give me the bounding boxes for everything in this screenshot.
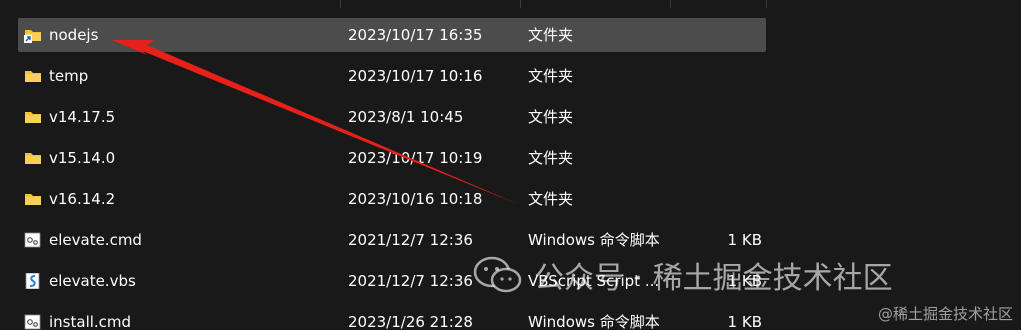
- file-date-modified: 2023/1/26 21:28: [348, 313, 473, 330]
- file-name: v15.14.0: [49, 149, 116, 167]
- file-size: 1 KB: [727, 231, 762, 249]
- file-row[interactable]: v15.14.0 2023/10/17 10:19 文件夹: [18, 141, 766, 175]
- cmd-file-icon: [24, 232, 42, 248]
- column-separator[interactable]: [520, 0, 521, 8]
- watermark-corner-text: @稀土掘金技术社区: [877, 305, 1013, 323]
- file-date-modified: 2023/8/1 10:45: [348, 108, 464, 126]
- file-name: temp: [49, 67, 89, 85]
- file-date-modified: 2023/10/17 10:19: [348, 149, 483, 167]
- file-row[interactable]: v14.17.5 2023/8/1 10:45 文件夹: [18, 100, 766, 134]
- file-date-modified: 2021/12/7 12:36: [348, 272, 473, 290]
- file-row[interactable]: temp 2023/10/17 10:16 文件夹: [18, 59, 766, 93]
- file-type: Windows 命令脚本: [528, 231, 660, 249]
- folder-icon: [24, 68, 42, 84]
- file-row[interactable]: v16.14.2 2023/10/16 10:18 文件夹: [18, 182, 766, 216]
- file-date-modified: 2023/10/17 16:35: [348, 26, 483, 44]
- file-type: VBScript Script ...: [528, 272, 660, 290]
- folder-shortcut-icon: [24, 27, 42, 43]
- cmd-file-icon: [24, 314, 42, 330]
- file-explorer: nodejs 2023/10/17 16:35 文件夹 temp 2023/10/17 …: [0, 0, 1021, 330]
- file-type: 文件夹: [528, 67, 574, 85]
- folder-icon: [24, 150, 42, 166]
- file-name: install.cmd: [49, 313, 132, 330]
- file-name: nodejs: [49, 26, 99, 44]
- folder-icon: [24, 109, 42, 125]
- file-name: v16.14.2: [49, 190, 116, 208]
- file-name: elevate.vbs: [49, 272, 136, 290]
- file-row[interactable]: elevate.vbs 2021/12/7 12:36 VBScript Scrip…: [18, 264, 766, 298]
- file-size: 1 KB: [727, 272, 762, 290]
- file-type: 文件夹: [528, 26, 574, 44]
- file-type: Windows 命令脚本: [528, 313, 660, 330]
- file-name: elevate.cmd: [49, 231, 142, 249]
- file-type: 文件夹: [528, 149, 574, 167]
- file-name: v14.17.5: [49, 108, 116, 126]
- folder-icon: [24, 191, 42, 207]
- file-size: 1 KB: [727, 313, 762, 330]
- file-date-modified: 2023/10/17 10:16: [348, 67, 483, 85]
- file-date-modified: 2023/10/16 10:18: [348, 190, 483, 208]
- file-type: 文件夹: [528, 190, 574, 208]
- column-separator[interactable]: [766, 0, 767, 8]
- file-row[interactable]: install.cmd 2023/1/26 21:28 Windows 命令脚本 1 …: [18, 305, 766, 330]
- file-type: 文件夹: [528, 108, 574, 126]
- file-row[interactable]: elevate.cmd 2021/12/7 12:36 Windows 命令脚本 1 …: [18, 223, 766, 257]
- file-date-modified: 2021/12/7 12:36: [348, 231, 473, 249]
- column-separator[interactable]: [670, 0, 671, 8]
- file-row[interactable]: nodejs 2023/10/17 16:35 文件夹: [18, 18, 766, 52]
- column-separator[interactable]: [340, 0, 341, 8]
- vbs-file-icon: [24, 272, 42, 290]
